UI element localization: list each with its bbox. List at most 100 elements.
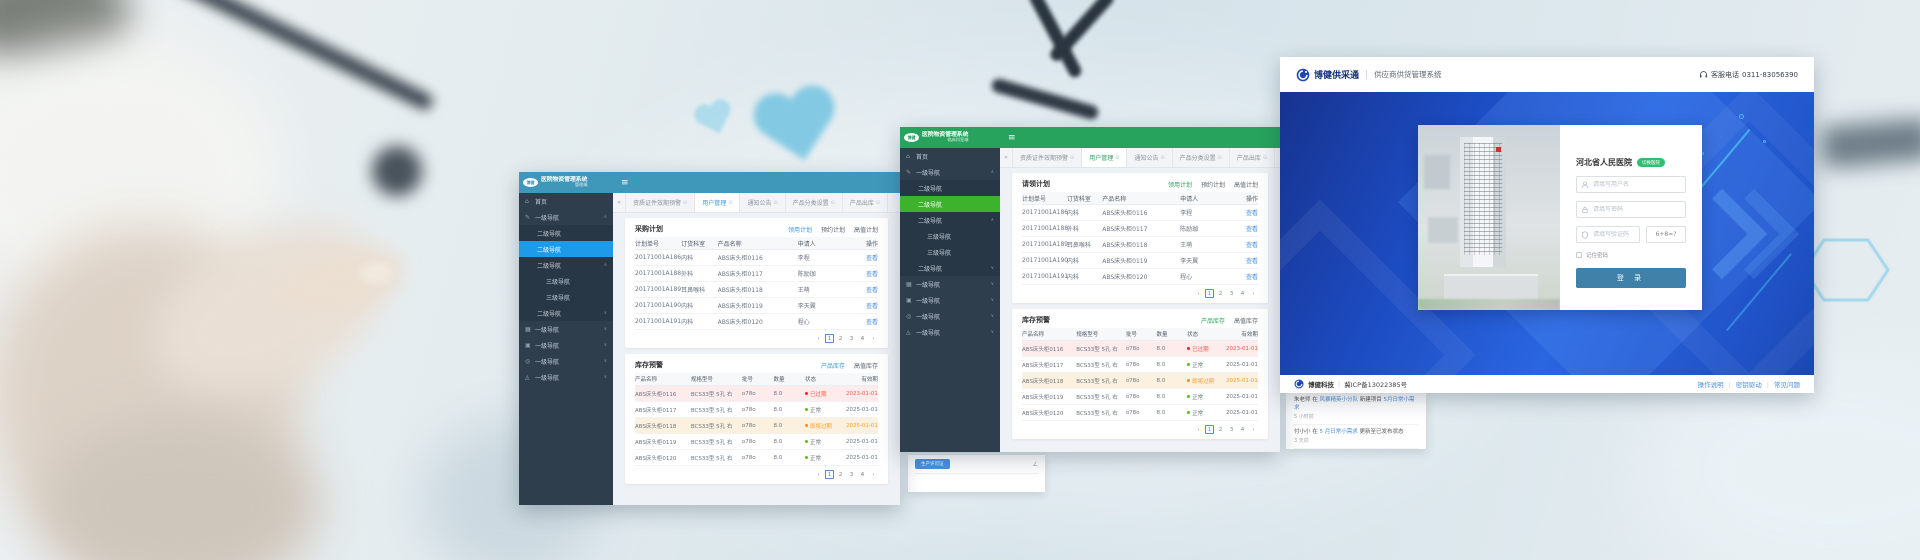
view-link[interactable]: 查看 [856,285,878,294]
username-input[interactable] [1577,181,1685,188]
page-button[interactable]: 2 [836,470,845,479]
tab[interactable]: 用户管理 ⊙ [1082,148,1127,167]
tab-close-icon[interactable]: ⊙ [876,200,880,206]
tab[interactable]: 通知公告 ⊙ [1127,148,1172,167]
page-button[interactable]: › [1249,425,1258,434]
tab-close-icon[interactable]: ⊙ [1263,155,1267,161]
tab[interactable]: 资质证件效期预警 ⊙ [626,193,695,212]
sidebar-item[interactable]: 二级导航 [900,180,1000,196]
captcha-question[interactable]: 6+8=? [1646,226,1686,243]
page-button[interactable]: › [1249,289,1258,298]
tab-close-icon[interactable]: ⊙ [1070,155,1074,161]
page-button[interactable]: 2 [836,334,845,343]
switch-hospital-badge[interactable]: 切换医院 [1637,158,1665,167]
sidebar-item[interactable]: 三级导航 [900,228,1000,244]
sidebar-item[interactable]: ✎ 一级导航 ∧ [519,209,613,225]
page-button[interactable]: 3 [847,334,856,343]
page-button[interactable]: 3 [847,470,856,479]
sidebar-item[interactable]: 二级导航 [900,196,1000,212]
view-link[interactable]: 查看 [1237,240,1258,249]
footer-link[interactable]: 密钥驱动 [1724,379,1762,389]
remember-checkbox[interactable] [1576,252,1582,258]
sidebar-item[interactable]: 二级导航 ∧ [900,212,1000,228]
sidebar-item[interactable]: ▦ 一级导航 ∨ [900,276,1000,292]
sidebar-item[interactable]: ◎ 一级导航 ∨ [900,308,1000,324]
stock-type-link[interactable]: 产品库存 [1201,316,1225,325]
tab-close-icon[interactable]: ⊙ [1218,155,1222,161]
view-link[interactable]: 查看 [856,301,878,310]
menu-toggle-icon[interactable]: ≡ [1000,127,1016,148]
sidebar-item[interactable]: ◎ 一级导航 ∨ [519,353,613,369]
plan-type-link[interactable]: 高值计划 [854,225,878,234]
page-button[interactable]: 1 [1205,289,1214,298]
stock-type-link[interactable]: 产品库存 [821,361,845,370]
page-button[interactable]: ‹ [814,334,823,343]
page-button[interactable]: ‹ [814,470,823,479]
tab-close-icon[interactable]: ⊙ [831,200,835,206]
page-button[interactable]: 4 [858,470,867,479]
tab-close-icon[interactable]: ⊙ [773,200,777,206]
tab[interactable]: 资质证件效期预警 ⊙ [1013,148,1082,167]
page-button[interactable]: ‹ [1194,425,1203,434]
tab-close-icon[interactable]: ⊙ [683,200,687,206]
password-input[interactable] [1577,206,1685,213]
plan-type-link[interactable]: 预约计划 [821,225,845,234]
login-button[interactable]: 登 录 [1576,268,1686,288]
sidebar-item[interactable]: ▣ 一级导航 ∨ [519,337,613,353]
page-button[interactable]: 1 [825,470,834,479]
footer-link[interactable]: 常见问题 [1762,379,1800,389]
icp-number[interactable]: 冀ICP备13022385号 [1344,379,1407,389]
sidebar-item[interactable]: 三级导航 [519,289,613,305]
page-button[interactable]: 4 [1238,425,1247,434]
collapse-tabs-icon[interactable]: « [613,193,626,212]
page-button[interactable]: 1 [825,334,834,343]
sidebar-item[interactable]: ◬ 一级导航 ∨ [519,369,613,385]
tab-close-icon[interactable]: ⊙ [1160,155,1164,161]
sidebar-item[interactable]: 二级导航 [519,225,613,241]
sidebar-item[interactable]: 二级导航 [519,241,613,257]
page-button[interactable]: 3 [1227,425,1236,434]
sidebar-item[interactable]: 三级导航 [519,273,613,289]
view-link[interactable]: 查看 [856,253,878,262]
sidebar-item[interactable]: ✎ 一级导航 ∧ [900,164,1000,180]
production-license-button[interactable]: 生产许可证 [915,459,950,469]
tab[interactable]: 产品出库 ⊙ [843,193,888,212]
password-field[interactable] [1576,201,1686,218]
stock-type-link[interactable]: 高值库存 [1234,316,1258,325]
captcha-field[interactable] [1576,226,1640,243]
plan-type-link[interactable]: 高值计划 [1234,180,1258,189]
tab[interactable]: 通知公告 ⊙ [740,193,785,212]
view-link[interactable]: 查看 [1237,224,1258,233]
plan-type-link[interactable]: 领用计划 [1168,180,1192,189]
tab[interactable]: 产品分类设置 ⊙ [786,193,843,212]
sidebar-item[interactable]: 二级导航 ∨ [900,260,1000,276]
tab-close-icon[interactable]: ⊙ [728,200,732,206]
sidebar-item[interactable]: ▦ 一级导航 ∨ [519,321,613,337]
tab[interactable]: 产品分类设置 ⊙ [1173,148,1230,167]
view-link[interactable]: 查看 [1237,208,1258,217]
sidebar-item[interactable]: 三级导航 [900,244,1000,260]
tab[interactable]: 产品出库 ⊙ [1230,148,1275,167]
sidebar-item[interactable]: ◬ 一级导航 ∨ [900,324,1000,340]
username-field[interactable] [1576,176,1686,193]
view-link[interactable]: 查看 [856,317,878,326]
page-button[interactable]: › [869,334,878,343]
plan-type-link[interactable]: 预约计划 [1201,180,1225,189]
view-link[interactable]: 查看 [1237,272,1258,281]
page-button[interactable]: 3 [1227,289,1236,298]
sidebar-item[interactable]: ▣ 一级导航 ∨ [900,292,1000,308]
page-button[interactable]: 4 [858,334,867,343]
view-link[interactable]: 查看 [1237,256,1258,265]
sidebar-item[interactable]: 二级导航 ∨ [519,305,613,321]
tab-close-icon[interactable]: ⊙ [1115,155,1119,161]
footer-link[interactable]: 操作说明 [1698,379,1724,389]
plan-type-link[interactable]: 领用计划 [788,225,812,234]
feed-link[interactable]: 5 月日常小需求 [1320,429,1358,435]
page-button[interactable]: 2 [1216,425,1225,434]
page-button[interactable]: ‹ [1194,289,1203,298]
menu-toggle-icon[interactable]: ≡ [613,172,629,193]
view-link[interactable]: 查看 [856,269,878,278]
sidebar-item[interactable]: ⌂ 首页 [519,193,613,209]
collapse-tabs-icon[interactable]: « [1000,148,1013,167]
page-button[interactable]: 2 [1216,289,1225,298]
